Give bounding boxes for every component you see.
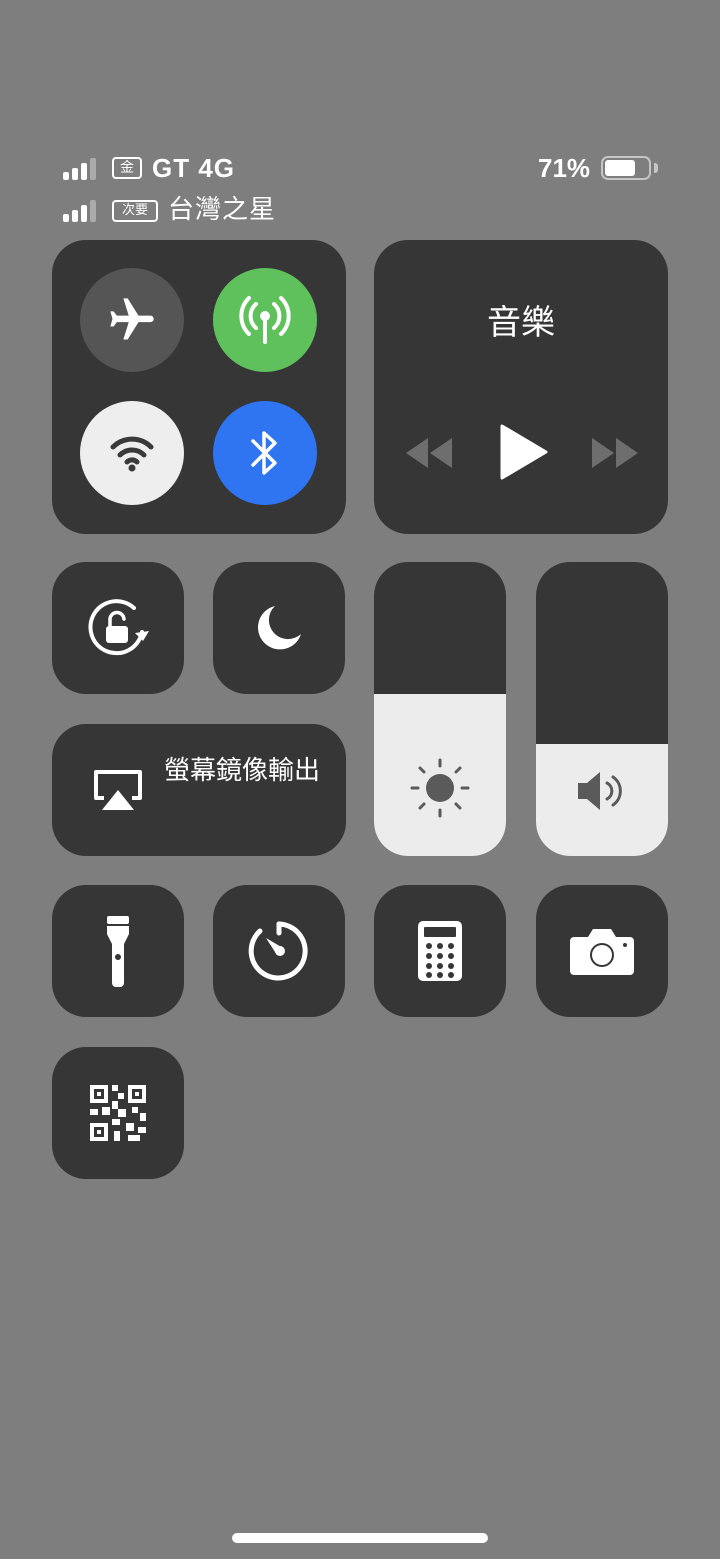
volume-slider[interactable] — [536, 562, 668, 856]
carrier-name-sim2: 台灣之星 — [168, 195, 277, 225]
timer-button[interactable] — [213, 885, 345, 1017]
battery-icon — [601, 156, 651, 180]
wifi-toggle[interactable] — [80, 401, 184, 505]
rotation-lock-icon — [88, 599, 149, 656]
rotation-lock-button[interactable] — [52, 562, 184, 694]
music-module[interactable] — [374, 240, 668, 534]
airplane-icon — [110, 298, 154, 340]
home-indicator[interactable] — [232, 1533, 488, 1543]
airplane-mode-toggle[interactable] — [80, 268, 184, 372]
signal-strength-sim1 — [63, 158, 96, 180]
bluetooth-toggle[interactable] — [213, 401, 317, 505]
moon-icon — [258, 606, 301, 650]
calculator-button[interactable] — [374, 885, 506, 1017]
qr-code-icon — [90, 1085, 146, 1141]
sim2-badge: 次要 — [112, 200, 158, 222]
camera-icon — [570, 929, 634, 975]
do-not-disturb-button[interactable] — [213, 562, 345, 694]
screen-mirroring-label: 螢幕鏡像輸出 — [164, 756, 321, 786]
signal-strength-sim2 — [63, 200, 96, 222]
next-track-button[interactable] — [586, 434, 642, 472]
play-icon — [500, 424, 548, 480]
timer-icon — [248, 921, 308, 981]
brightness-slider[interactable] — [374, 562, 506, 856]
play-button[interactable] — [496, 422, 552, 482]
cellular-data-toggle[interactable] — [213, 268, 317, 372]
music-title: 音樂 — [487, 303, 555, 343]
camera-button[interactable] — [536, 885, 668, 1017]
bluetooth-icon — [251, 431, 277, 475]
sim1-badge: 金 — [112, 157, 142, 179]
flashlight-button[interactable] — [52, 885, 184, 1017]
battery-percentage: 71% — [538, 153, 591, 183]
fast-forward-icon — [592, 438, 638, 468]
qr-code-scanner-button[interactable] — [52, 1047, 184, 1179]
speaker-icon — [578, 772, 622, 810]
rewind-icon — [406, 438, 452, 468]
calculator-icon — [418, 921, 462, 981]
wifi-icon — [110, 436, 154, 472]
cellular-antenna-icon — [239, 296, 291, 344]
battery-level — [605, 160, 635, 176]
flashlight-icon — [107, 916, 129, 987]
battery-cap — [654, 163, 658, 173]
sun-icon — [410, 758, 470, 818]
carrier-name-sim1: GT 4G — [152, 153, 236, 183]
previous-track-button[interactable] — [402, 434, 458, 472]
airplay-icon — [94, 770, 142, 810]
